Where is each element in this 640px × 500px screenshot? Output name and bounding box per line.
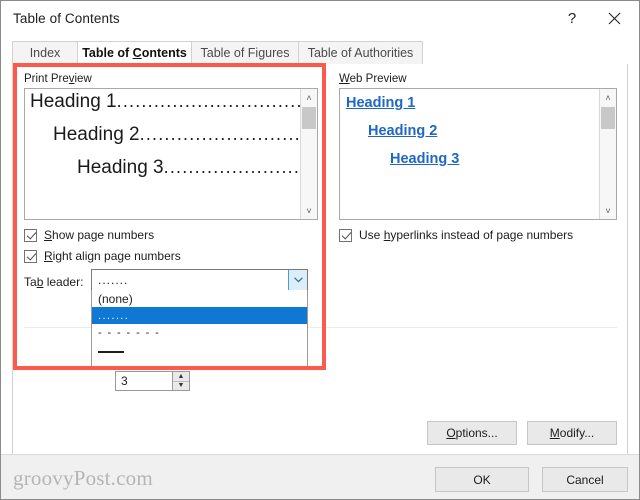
dropdown-option-dots[interactable]: .......: [92, 307, 307, 324]
modify-button[interactable]: Modify...: [527, 421, 617, 445]
tab-leader-combobox[interactable]: .......: [91, 269, 308, 291]
tab-table-of-authorities[interactable]: Table of Authorities: [298, 41, 423, 65]
dropdown-option-solid[interactable]: [92, 341, 307, 358]
scroll-up-icon[interactable]: ˄: [301, 89, 317, 106]
tab-index-label: Index: [29, 46, 61, 60]
scrollbar-thumb[interactable]: [302, 107, 316, 129]
checkbox-box[interactable]: [24, 228, 37, 242]
web-preview-box: Heading 1 Heading 2 Heading 3 ˄ ˅: [339, 88, 617, 220]
dropdown-option-label: .......: [98, 309, 130, 322]
dialog-footer: groovyPost.com OK Cancel: [1, 454, 639, 499]
dropdown-option-label: - - - - - - -: [98, 326, 161, 339]
scrollbar-thumb[interactable]: [601, 107, 615, 129]
ok-button[interactable]: OK: [435, 467, 529, 492]
watermark: groovyPost.com: [13, 466, 153, 490]
checkbox-show-page-numbers[interactable]: Show page numbers: [24, 228, 154, 242]
title-bar: Table of Contents ?: [1, 1, 639, 38]
tab-table-of-figures[interactable]: Table of Figures: [191, 41, 299, 65]
tab-leader-dropdown-list[interactable]: (none) ....... - - - - - - -: [91, 290, 308, 368]
checkbox-label: Right align page numbers: [44, 249, 181, 263]
print-preview-entry-2: Heading 2............................3: [53, 124, 300, 146]
entry-leader: .........................: [163, 157, 300, 177]
stepper-buttons[interactable]: ▲ ▼: [172, 372, 189, 390]
cancel-button-label: Cancel: [566, 472, 604, 487]
help-icon[interactable]: ?: [551, 1, 593, 35]
modify-button-label: Modify...: [549, 426, 595, 440]
close-icon[interactable]: [593, 1, 635, 35]
tab-leader-label: Tab leader:: [24, 275, 84, 289]
help-glyph: ?: [567, 9, 577, 27]
checkbox-right-align-page-numbers[interactable]: Right align page numbers: [24, 249, 181, 263]
tab-index[interactable]: Index: [12, 41, 78, 65]
entry-text: Heading 1: [30, 91, 117, 112]
options-button[interactable]: Options...: [427, 421, 517, 445]
entry-leader: ............................: [139, 124, 300, 144]
entry-text: Heading 3: [77, 157, 164, 178]
web-preview-entry-2[interactable]: Heading 2: [368, 123, 437, 139]
table-of-contents-dialog: Table of Contents ? Index Table of Conte…: [0, 0, 640, 500]
tab-table-of-contents[interactable]: Table of Contents: [77, 41, 192, 65]
web-preview-entry-1[interactable]: Heading 1: [346, 95, 415, 111]
checkbox-box[interactable]: [24, 249, 37, 263]
show-levels-stepper[interactable]: 3 ▲ ▼: [115, 371, 190, 391]
tab-table-of-contents-label: Table of Contents: [82, 46, 187, 60]
web-preview-content: Heading 1 Heading 2 Heading 3: [340, 89, 599, 219]
tab-table-of-authorities-label: Table of Authorities: [307, 46, 414, 60]
dropdown-option-none[interactable]: (none): [92, 290, 307, 307]
web-preview-scrollbar[interactable]: ˄ ˅: [599, 89, 616, 219]
dropdown-option-solid-line: [98, 350, 124, 353]
checkbox-label: Use hyperlinks instead of page numbers: [359, 228, 574, 242]
ok-button-label: OK: [473, 472, 491, 487]
stepper-down-icon[interactable]: ▼: [173, 382, 189, 391]
stepper-up-icon[interactable]: ▲: [173, 372, 189, 382]
entry-text: Heading 2: [53, 124, 140, 145]
print-preview-entry-3: Heading 3.........................5: [77, 157, 300, 179]
tab-leader-value: .......: [98, 273, 129, 287]
tab-strip: Index Table of Contents Table of Figures…: [12, 41, 628, 65]
show-levels-value[interactable]: 3: [116, 372, 172, 390]
tab-table-of-figures-label: Table of Figures: [200, 46, 290, 60]
web-preview-label: Web Preview: [339, 73, 407, 85]
dropdown-option-label: (none): [98, 291, 133, 306]
print-preview-box: Heading 1...............................…: [24, 88, 318, 220]
scroll-up-icon[interactable]: ˄: [600, 89, 616, 106]
window-title: Table of Contents: [13, 11, 120, 26]
scroll-down-icon[interactable]: ˅: [600, 202, 616, 219]
print-preview-label: Print Preview: [24, 73, 92, 85]
options-button-label: Options...: [446, 426, 498, 440]
scroll-down-icon[interactable]: ˅: [301, 202, 317, 219]
entry-leader: ...............................: [116, 91, 300, 111]
dropdown-option-dashes[interactable]: - - - - - - -: [92, 324, 307, 341]
checkbox-use-hyperlinks[interactable]: Use hyperlinks instead of page numbers: [339, 228, 573, 242]
checkbox-label: Show page numbers: [44, 228, 155, 242]
dialog-content-panel: Print Preview Heading 1.................…: [12, 64, 628, 456]
print-preview-content: Heading 1...............................…: [25, 89, 300, 219]
web-preview-entry-3[interactable]: Heading 3: [390, 151, 459, 167]
print-preview-scrollbar[interactable]: ˄ ˅: [300, 89, 317, 219]
checkbox-box[interactable]: [339, 228, 352, 242]
cancel-button[interactable]: Cancel: [542, 467, 628, 492]
print-preview-entry-1: Heading 1...............................…: [30, 91, 300, 113]
chevron-down-icon[interactable]: [288, 270, 307, 290]
